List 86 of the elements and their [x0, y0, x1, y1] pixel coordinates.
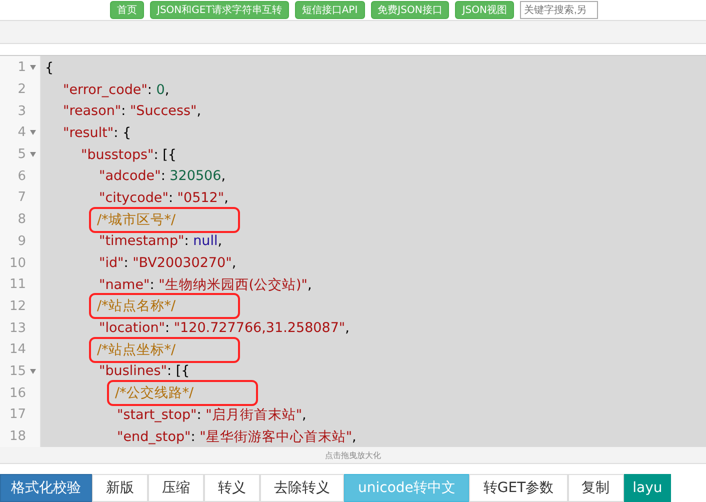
fold-arrow-icon[interactable]	[30, 65, 36, 70]
toolbar-button[interactable]: layu	[624, 474, 672, 502]
nav-button[interactable]: 免费JSON接口	[370, 1, 450, 19]
json-key: "adcode"	[99, 168, 161, 184]
json-punctuation: ,	[218, 233, 222, 250]
json-key: "busstops"	[81, 146, 154, 163]
json-punctuation: :	[124, 255, 130, 272]
nav-button[interactable]: JSON和GET请求字符串互转	[150, 1, 289, 19]
line-number: 17	[8, 407, 26, 422]
line-number: 7	[16, 190, 26, 206]
resize-hint[interactable]: 点击拖曳放大化	[325, 450, 381, 460]
json-key: "result"	[63, 124, 114, 141]
json-punctuation: : [{	[154, 146, 176, 163]
json-punctuation: ,	[196, 103, 202, 120]
json-punctuation: :	[160, 168, 166, 184]
json-punctuation: :	[190, 428, 196, 445]
json-null: null	[193, 233, 218, 250]
json-punctuation: ,	[164, 82, 170, 98]
fold-arrow-icon[interactable]	[30, 130, 36, 136]
json-punctuation: ,	[345, 320, 350, 336]
line-number: 15	[8, 364, 26, 379]
line-number: 14	[8, 342, 26, 358]
json-key: "buslines"	[99, 363, 167, 380]
json-punctuation: :	[164, 320, 171, 336]
json-punctuation: :	[150, 276, 156, 293]
json-key: "start_stop"	[117, 406, 197, 423]
json-punctuation: ,	[221, 168, 226, 184]
json-key: "citycode"	[99, 190, 168, 206]
json-punctuation: ,	[302, 406, 306, 423]
toolbar-button[interactable]: unicode转中文	[344, 474, 470, 502]
json-punctuation: : {	[114, 124, 132, 141]
toolbar-button[interactable]: 格式化校验	[0, 474, 92, 502]
fold-arrow-icon[interactable]	[30, 368, 36, 374]
toolbar-button[interactable]: 新版	[92, 474, 148, 502]
json-string: "启月街首末站"	[206, 406, 302, 424]
json-number: 320506	[170, 168, 222, 184]
json-punctuation: {	[45, 60, 54, 76]
json-punctuation: :	[196, 406, 202, 423]
json-key: "reason"	[63, 103, 122, 120]
json-string: "Success"	[130, 103, 197, 120]
json-key: "timestamp"	[99, 233, 184, 250]
line-number: 12	[8, 298, 26, 314]
toolbar-button[interactable]: 转GET参数	[469, 474, 568, 502]
json-key: "id"	[99, 255, 124, 272]
nav-button[interactable]: 首页	[110, 1, 144, 19]
json-string: "BV20030270"	[132, 255, 232, 272]
json-punctuation: ,	[232, 255, 236, 272]
line-number: 9	[16, 234, 26, 249]
json-string: "生物纳米园西(公交站)"	[158, 276, 308, 294]
line-number: 13	[8, 320, 26, 336]
json-punctuation: ,	[352, 428, 356, 445]
json-key: "name"	[99, 276, 150, 293]
line-number: 8	[16, 212, 26, 228]
json-punctuation: :	[147, 82, 153, 98]
json-key: "location"	[99, 320, 165, 336]
fold-arrow-icon[interactable]	[30, 152, 36, 158]
json-string: "120.727766,31.258087"	[174, 320, 346, 336]
search-field[interactable]: 关键字搜索,另	[520, 1, 598, 19]
json-punctuation: :	[121, 103, 127, 120]
json-number: 0	[156, 82, 165, 98]
json-punctuation: ,	[308, 276, 312, 293]
json-key: "error_code"	[63, 82, 148, 98]
json-punctuation: : [{	[166, 363, 190, 380]
line-number: 6	[16, 168, 26, 184]
json-punctuation: :	[184, 233, 190, 250]
line-number: 4	[16, 125, 26, 140]
toolbar-button[interactable]: 复制	[568, 474, 624, 502]
nav-button[interactable]: JSON视图	[455, 1, 514, 19]
line-number: 2	[16, 82, 26, 98]
line-number: 5	[16, 147, 26, 162]
toolbar-button[interactable]: 压缩	[148, 474, 204, 502]
line-number: 3	[16, 104, 26, 119]
line-number: 11	[8, 277, 26, 292]
json-string: "0512"	[177, 190, 224, 206]
json-string: "星华街游客中心首末站"	[200, 428, 352, 446]
json-key: "end_stop"	[117, 428, 191, 445]
toolbar-button[interactable]: 去除转义	[260, 474, 344, 502]
line-number: 18	[8, 429, 26, 444]
json-punctuation: ,	[224, 190, 228, 206]
code-editor[interactable]	[0, 55, 706, 447]
json-punctuation: :	[168, 190, 174, 206]
toolbar-button[interactable]: 转义	[204, 474, 260, 502]
line-number: 16	[8, 386, 26, 401]
line-number: 10	[8, 256, 26, 271]
line-number: 1	[16, 60, 26, 76]
nav-button[interactable]: 短信接口API	[294, 1, 365, 19]
